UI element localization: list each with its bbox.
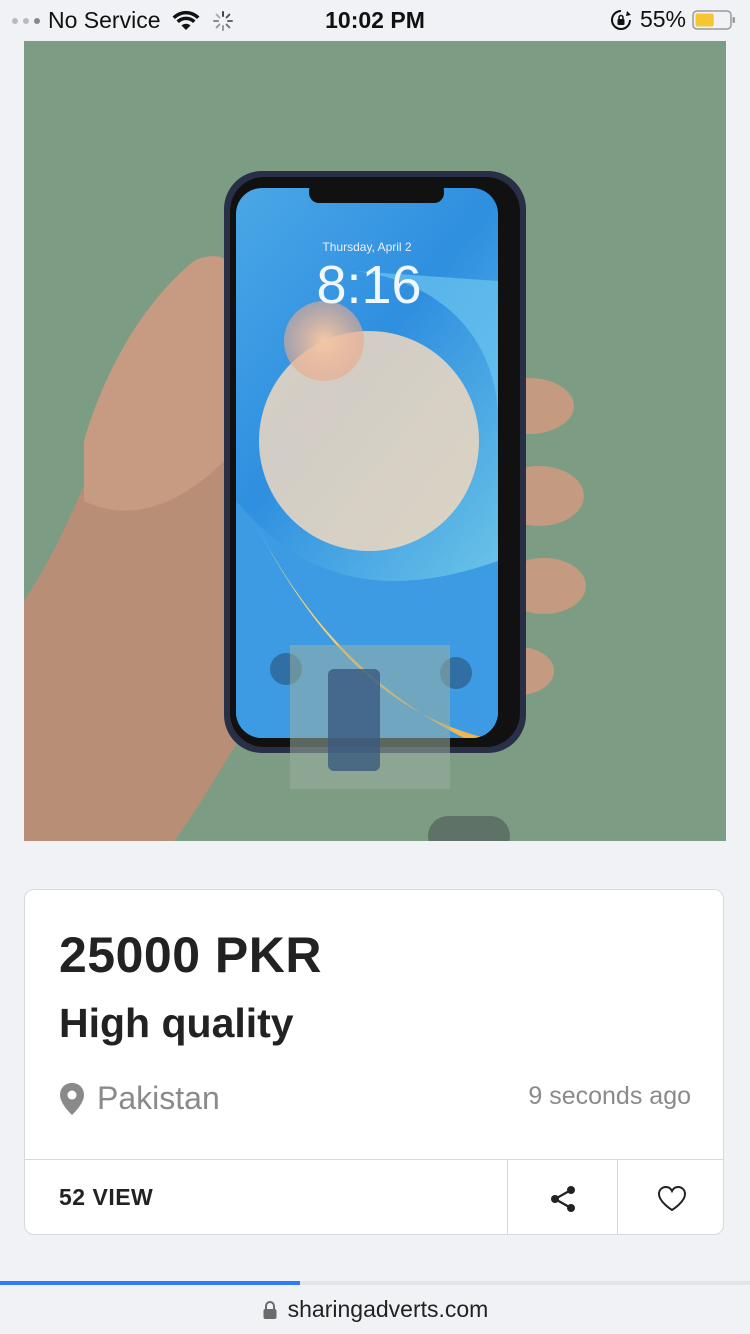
battery-icon [692,9,735,30]
view-count: 52 VIEW [59,1184,154,1210]
listing-location: Pakistan [59,1080,220,1117]
status-bar: No Service 10:02 PM 55% [0,0,750,40]
listing-image[interactable]: Thursday, April 2 8:16 [24,41,726,841]
card-footer: 52 VIEW [25,1159,723,1234]
image-pager-dots[interactable] [428,816,510,841]
location-label: Pakistan [97,1080,220,1116]
favorite-button[interactable] [617,1160,723,1234]
phone-screen-time: 8:16 [316,255,421,315]
url-text: sharingadverts.com [287,1296,489,1322]
listing-title: High quality [59,1000,294,1046]
padlock-icon [263,1300,277,1319]
phone-photo: Thursday, April 2 8:16 [24,41,726,841]
listing-price: 25000 PKR [59,927,322,983]
status-bar-right: 55% [610,6,736,33]
phone-screen-date: Thursday, April 2 [322,240,411,254]
listing-card: 25000 PKR High quality Pakistan 9 second… [24,889,724,1235]
share-icon [551,1185,575,1212]
share-button[interactable] [507,1160,618,1234]
battery-percent: 55% [639,6,686,32]
location-pin-icon [60,1082,84,1115]
address-bar[interactable]: sharingadverts.com [0,1285,750,1334]
rotation-lock-icon [610,9,631,30]
heart-icon [657,1185,687,1211]
posted-time: 9 seconds ago [528,1082,691,1110]
